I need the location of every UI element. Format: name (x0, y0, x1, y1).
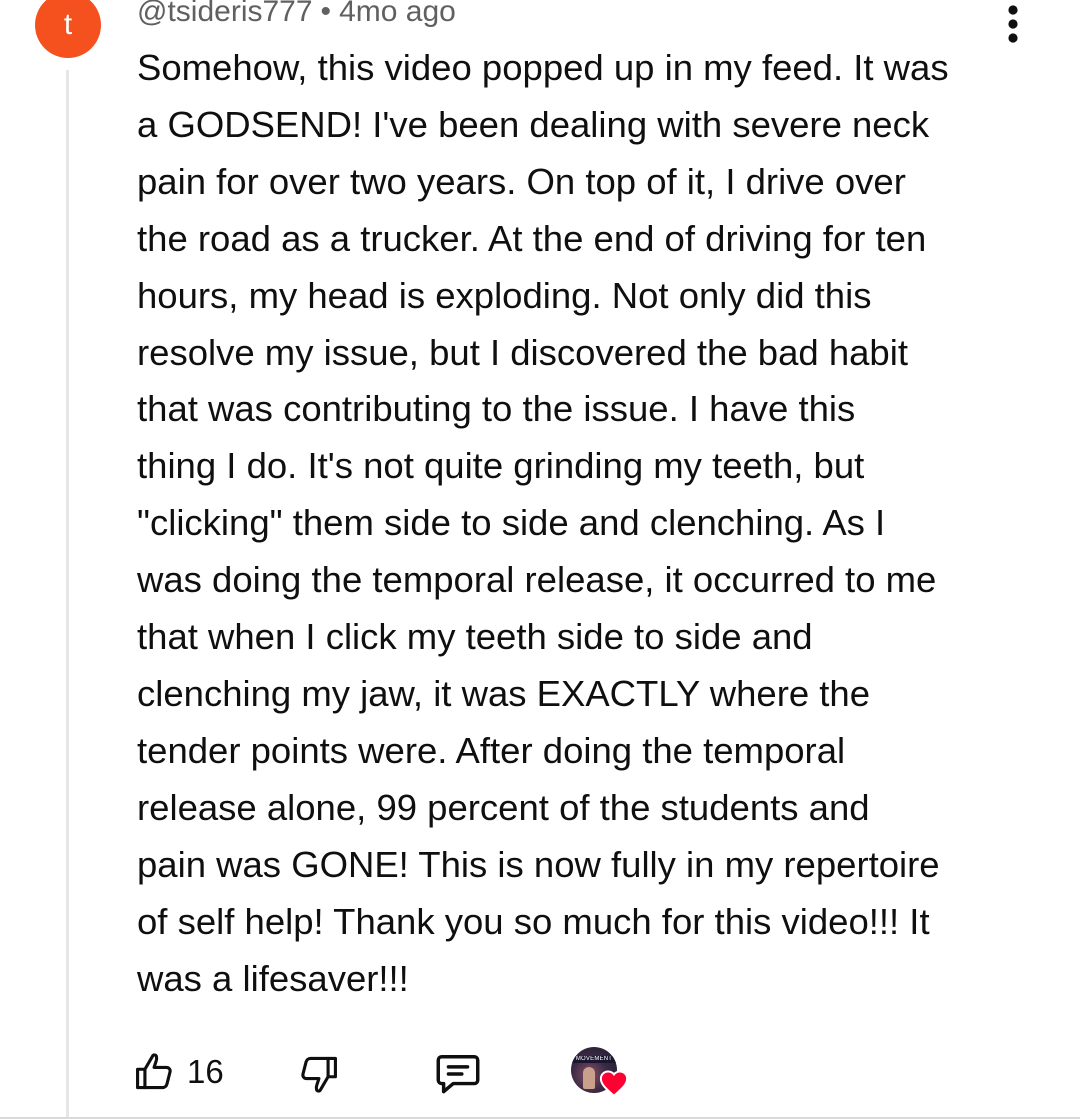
dislike-button[interactable] (290, 1046, 346, 1102)
thumbs-down-icon (301, 1056, 337, 1093)
meta-separator: • (320, 0, 332, 28)
comment-timestamp: 4mo ago (339, 0, 456, 28)
like-count: 16 (187, 1053, 224, 1090)
comment-reply-icon (436, 1055, 480, 1094)
avatar-letter: t (63, 8, 73, 41)
avatar[interactable]: t (35, 0, 101, 58)
like-button[interactable]: 16 (133, 1044, 224, 1100)
author-handle[interactable]: @tsideris777 (137, 0, 313, 28)
comment-text: Somehow, this video popped up in my feed… (137, 47, 949, 999)
thumbs-up-icon (136, 1053, 172, 1090)
heart-icon (599, 1070, 629, 1097)
thread-line (66, 70, 69, 1119)
comment-actions: 16 MOVEMENT (0, 1040, 1080, 1110)
creator-avatar-text: MOVEMENT (571, 1056, 617, 1063)
comment-header: @tsideris777 • 4mo ago (137, 0, 456, 34)
more-vertical-icon[interactable] (998, 4, 1028, 44)
creator-heart-badge: MOVEMENT (571, 1047, 633, 1099)
reply-button[interactable] (428, 1046, 488, 1102)
